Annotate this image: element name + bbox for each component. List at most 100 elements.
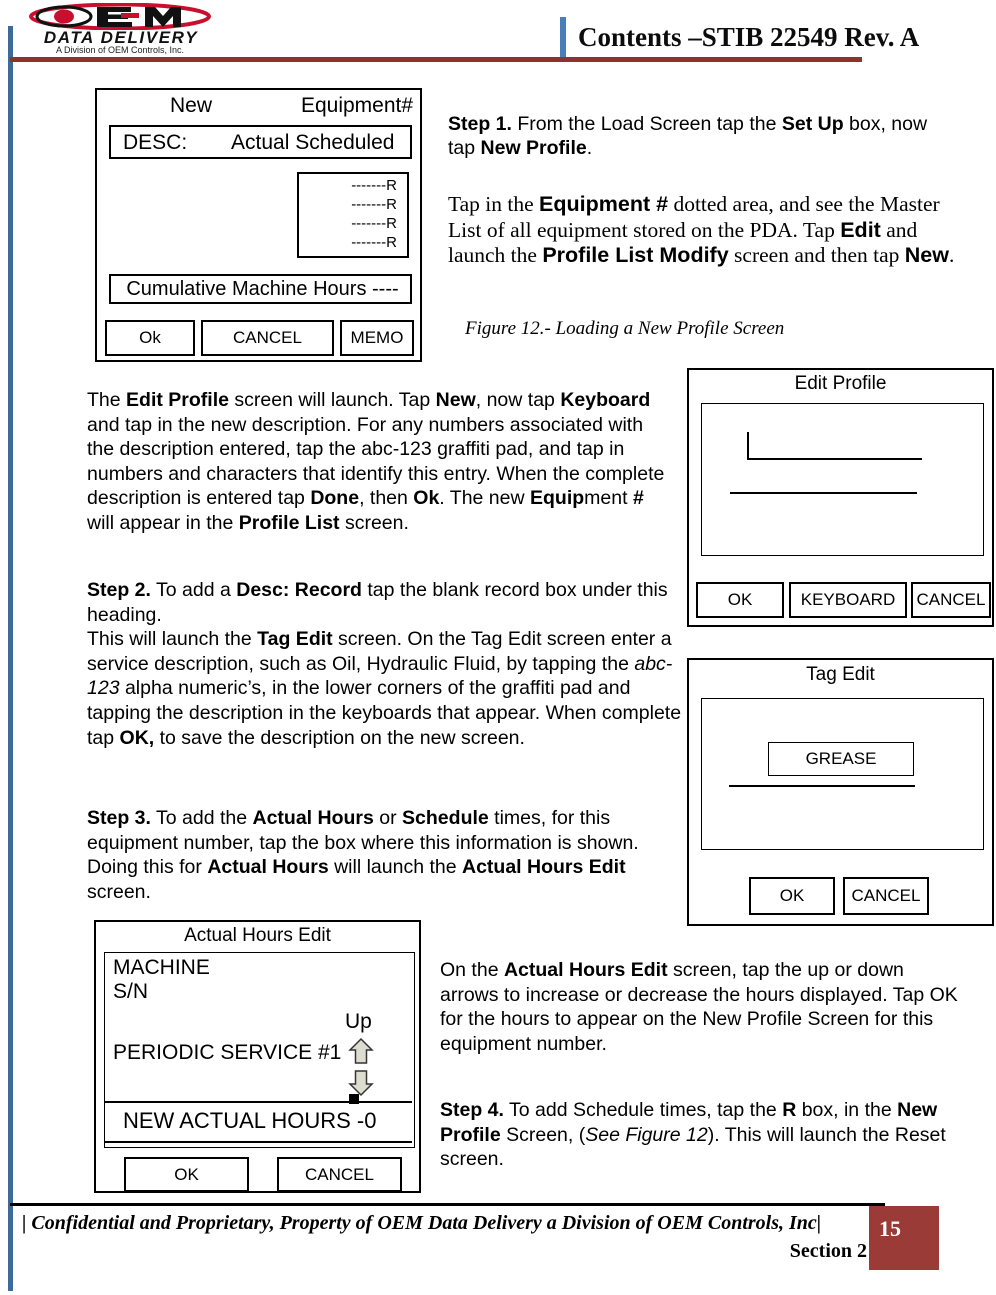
ep-b2: New (435, 389, 476, 411)
ep-t3: , now tap (475, 389, 561, 411)
edit-profile-cancel-button[interactable]: CANCEL (911, 582, 991, 618)
step2-paragraph: Step 2. To add a Desc: Record tap the bl… (87, 578, 687, 750)
ep-b6: Equip (530, 487, 585, 510)
periodic-service-label: PERIODIC SERVICE #1 (113, 1041, 342, 1064)
r-row[interactable]: -------R (351, 177, 397, 194)
page-number-badge: 15 (869, 1206, 939, 1270)
document-page: DATA DELIVERY A Division of OEM Controls… (0, 0, 996, 1295)
footer-confidential-notice: | Confidential and Proprietary, Property… (22, 1212, 822, 1234)
s4-label: Step 4. (440, 1099, 504, 1121)
new-profile-memo-button[interactable]: MEMO (340, 320, 414, 356)
eq-b1: Equipment # (539, 192, 669, 216)
tag-value-box[interactable]: GREASE (768, 742, 914, 776)
step1-paragraph: Step 1. From the Load Screen tap the Set… (448, 112, 948, 160)
edit-profile-text-area[interactable] (701, 403, 984, 556)
actual-scheduled-label: Actual Scheduled (231, 131, 395, 154)
arrow-up-icon[interactable] (348, 1037, 374, 1070)
s4-t1: To add Schedule times, tap the (503, 1099, 783, 1121)
ep-b8: Profile List (238, 511, 340, 534)
step4-paragraph: Step 4. To add Schedule times, tap the R… (440, 1098, 960, 1172)
oem-logo: DATA DELIVERY A Division of OEM Controls… (27, 1, 213, 55)
s2-b2: Tag Edit (257, 628, 333, 651)
left-vertical-rule (8, 26, 13, 1291)
edit-profile-keyboard-button[interactable]: KEYBOARD (789, 582, 907, 618)
ep-t8: will appear in the (87, 511, 239, 534)
s3-b4: Actual Hours Edit (462, 856, 626, 879)
tag-edit-cancel-button[interactable]: CANCEL (843, 877, 929, 915)
new-actual-hours-label: NEW ACTUAL HOURS -0 (123, 1108, 377, 1133)
oem-logo-mark (29, 3, 211, 30)
s2-t3: This will launch the (87, 628, 258, 651)
tag-edit-title: Tag Edit (806, 664, 875, 685)
edit-profile-ok-button[interactable]: OK (696, 582, 784, 618)
content-divider-2 (105, 1141, 412, 1143)
actual-hours-paragraph: On the Actual Hours Edit screen, tap the… (440, 958, 960, 1056)
new-profile-ok-button[interactable]: Ok (105, 320, 195, 356)
newprofile-bold: New Profile (480, 137, 587, 159)
r-row[interactable]: -------R (351, 234, 397, 251)
step1-text: From the Load Screen tap the (511, 113, 782, 135)
cumulative-hours-box[interactable]: Cumulative Machine Hours ---- (109, 274, 412, 304)
s2-b3: OK, (119, 726, 155, 749)
s2-b1: Desc: Record (236, 579, 362, 601)
desc-row[interactable]: DESC: Actual Scheduled (109, 125, 412, 159)
tag-edit-ok-button[interactable]: OK (749, 877, 835, 915)
setup-bold: Set Up (781, 113, 844, 135)
equipment-paragraph: Tap in the Equipment # dotted area, and … (448, 192, 958, 269)
s3-t2: or (373, 807, 403, 829)
eq-b4: New (904, 243, 949, 267)
new-profile-cancel-button[interactable]: CANCEL (201, 320, 334, 356)
r-row[interactable]: -------R (351, 215, 397, 232)
cumulative-hours-label: Cumulative Machine Hours ---- (126, 278, 399, 300)
ep-t9: screen. (339, 511, 409, 534)
s2-label: Step 2. (87, 579, 151, 601)
step1-text3: . (586, 137, 593, 159)
desc-label: DESC: (123, 131, 188, 154)
tag-value: GREASE (805, 749, 877, 768)
footer-section-label: Section 2 (789, 1240, 867, 1262)
new-profile-new-label: New (169, 94, 212, 117)
page-title: Contents –STIB 22549 Rev. A (578, 22, 920, 52)
s2-t1: To add a (150, 579, 237, 601)
s3-b1: Actual Hours (252, 807, 374, 829)
up-label: Up (345, 1010, 372, 1033)
ep-b7: # (632, 487, 644, 510)
actual-hours-cancel-button[interactable]: CANCEL (277, 1157, 402, 1192)
header-horizontal-rule (10, 57, 862, 62)
schedule-r-box[interactable]: -------R -------R -------R -------R (297, 172, 409, 258)
tag-edit-text-area[interactable]: GREASE (701, 698, 984, 850)
entry-line-2 (730, 492, 917, 494)
actual-hours-edit-title: Actual Hours Edit (184, 925, 331, 946)
actual-hours-content-area: MACHINE S/N Up PERIODIC SERVICE #1 NEW A… (104, 952, 415, 1148)
s3-b2: Schedule (402, 807, 489, 829)
logo-tagline: A Division of OEM Controls, Inc. (55, 45, 185, 55)
s4-t2: box, in the (796, 1099, 898, 1121)
s4-b1: R (782, 1099, 797, 1121)
s2-t6: to save the description on the new scree… (154, 726, 525, 749)
s3-label: Step 3. (87, 807, 151, 829)
footer-rule (10, 1203, 885, 1206)
content-divider (105, 1101, 412, 1103)
step1-label: Step 1. (448, 113, 512, 135)
new-profile-equipment-label: Equipment# (300, 94, 414, 117)
ep-t7: ment (584, 487, 633, 510)
serial-number-label: S/N (113, 980, 149, 1003)
new-profile-screen: New Equipment# DESC: Actual Scheduled --… (95, 88, 422, 362)
text-cursor-icon (747, 432, 749, 460)
eq-t4: screen and then tap (728, 243, 905, 267)
ep-t5: , then (359, 487, 414, 510)
s3-t5: screen. (87, 880, 151, 903)
r-row[interactable]: -------R (351, 196, 397, 213)
eq-b3: Profile List Modify (542, 243, 729, 267)
s4-t3: Screen, ( (500, 1123, 586, 1146)
ep-b5: Ok (413, 487, 440, 510)
ep-t6: . The new (439, 487, 530, 510)
eq-t5: . (949, 243, 955, 267)
machine-label: MACHINE (113, 956, 210, 979)
ep-b3: Keyboard (560, 389, 651, 411)
actual-hours-ok-button[interactable]: OK (124, 1157, 249, 1192)
ep-t1: The (87, 389, 127, 411)
step3-paragraph: Step 3. To add the Actual Hours or Sched… (87, 806, 687, 904)
eq-b2: Edit (840, 217, 881, 242)
s3-t1: To add the (150, 807, 253, 829)
